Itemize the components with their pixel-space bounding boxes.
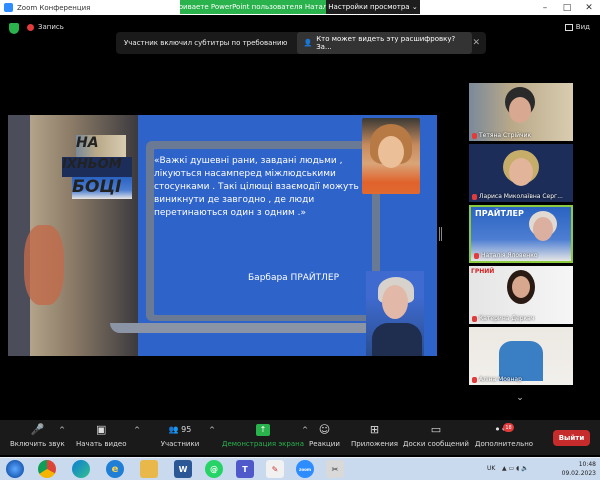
participant-banner-text: ГРНИЙ: [471, 268, 495, 275]
book-title-line-2: ІХНЬОМ: [62, 157, 132, 177]
participant-name: Лариса Миколаївна Серг...: [479, 193, 563, 200]
more-label: Дополнительно: [475, 440, 534, 448]
reactions-button[interactable]: ☺ Реакции: [309, 423, 340, 449]
transcript-visibility-label: Кто может видеть эту расшифровку? За...: [316, 35, 456, 51]
apps-label: Приложения: [351, 440, 398, 448]
start-video-button[interactable]: ▣ Начать видео: [76, 423, 127, 449]
participant-banner-text: ПРАЙТЛЕР: [475, 209, 524, 218]
mic-muted-icon: [472, 315, 477, 322]
whiteboard-icon: ▭: [430, 423, 442, 436]
view-button[interactable]: Вид: [564, 23, 590, 31]
participant-tile[interactable]: ГРНИЙ Катерина Деркач: [469, 266, 573, 324]
participants-icon: 👥: [168, 425, 179, 434]
leave-meeting-button[interactable]: Выйти: [553, 430, 590, 446]
transcript-visibility-button[interactable]: 👤 Кто может видеть эту расшифровку? За..…: [297, 32, 473, 54]
view-options-button[interactable]: Настройки просмотра ⌄: [326, 0, 420, 14]
clock-date: 09.02.2023: [561, 470, 596, 477]
windows-taskbar: e W @ T ✎ zoom ✂ UK ▲ ▭ ◖ 🔈 10:48 09.02.…: [0, 457, 600, 480]
window-title: Zoom Конференция: [17, 3, 91, 12]
captions-notification-text: Участник включил субтитры по требованию: [124, 39, 288, 47]
share-banner-message: Вы просматриваете PowerPoint пользовател…: [180, 0, 326, 14]
participant-tile[interactable]: Тетяна Стрійчик: [469, 83, 573, 141]
start-button[interactable]: [6, 460, 24, 478]
more-notification-badge: 18: [503, 423, 514, 432]
mic-muted-icon: [472, 132, 477, 139]
captions-notification: Участник включил субтитры по требованию …: [116, 32, 486, 54]
language-indicator[interactable]: UK: [487, 465, 495, 472]
participant-tile[interactable]: Лариса Миколаївна Серг...: [469, 144, 573, 202]
participant-tile-active-speaker[interactable]: ПРАЙТЛЕР Наталія Яловенко: [469, 205, 573, 263]
reactions-label: Реакции: [309, 440, 340, 448]
book-title-line-3: БОЦІ: [72, 177, 132, 199]
participant-tile[interactable]: Аліна Мовнар: [469, 327, 573, 385]
word-icon[interactable]: W: [174, 460, 192, 478]
minimize-button[interactable]: –: [534, 0, 556, 15]
file-explorer-icon[interactable]: [140, 460, 158, 478]
slide-quote: «Важкі душевні рани, завдані людьми , лі…: [154, 156, 359, 218]
chrome-icon[interactable]: [38, 460, 56, 478]
whiteboards-button[interactable]: ▭ Доски сообщений: [403, 423, 469, 449]
share-screen-icon: ↑: [256, 424, 270, 436]
apps-icon: ⊞: [369, 423, 380, 436]
clock-time: 10:48: [578, 461, 596, 468]
unmute-label: Включить звук: [10, 440, 65, 448]
snipping-tool-icon[interactable]: ✂: [326, 460, 344, 478]
view-options-label: Настройки просмотра: [328, 3, 410, 11]
zoom-window: Zoom Конференция Вы просматриваете Power…: [0, 0, 600, 480]
participant-name: Катерина Деркач: [479, 315, 535, 322]
view-label: Вид: [575, 23, 590, 31]
mic-muted-icon: 🎤: [30, 423, 45, 436]
panel-splitter-handle[interactable]: [439, 227, 442, 241]
audio-options-caret[interactable]: ^: [55, 424, 69, 440]
internet-explorer-icon[interactable]: e: [106, 460, 124, 478]
video-options-caret[interactable]: ^: [130, 424, 144, 440]
whiteboards-label: Доски сообщений: [403, 440, 469, 448]
book-cover-image: НА ІХНЬОМ БОЦІ: [8, 115, 138, 356]
share-screen-button[interactable]: ↑ Демонстрация экрана: [222, 424, 304, 448]
recording-label: Запись: [38, 23, 64, 31]
participant-name: Наталія Яловенко: [481, 252, 538, 259]
zoom-icon[interactable]: zoom: [296, 460, 314, 478]
teams-icon[interactable]: T: [236, 460, 254, 478]
mic-muted-icon: [472, 376, 477, 383]
people-icon: 👤: [303, 39, 313, 47]
grid-view-icon: [564, 23, 573, 31]
author-photo: [362, 118, 420, 194]
participants-options-caret[interactable]: ^: [205, 424, 219, 440]
meeting-toolbar: 🎤 Включить звук ^ ▣ Начать видео ^ 👥 95 …: [0, 420, 600, 455]
participant-name: Тетяна Стрійчик: [479, 132, 532, 139]
shield-icon[interactable]: [9, 23, 19, 34]
presenter-video-overlay: [366, 271, 424, 356]
close-button[interactable]: ✕: [578, 0, 600, 15]
smiley-icon: ☺: [318, 423, 331, 436]
share-banner: Вы просматриваете PowerPoint пользовател…: [180, 0, 420, 14]
video-off-icon: ▣: [96, 423, 107, 436]
mic-muted-icon: [472, 193, 477, 200]
window-controls: – □ ✕: [534, 0, 600, 15]
participant-video: [499, 341, 543, 381]
chevron-down-icon[interactable]: ⌄: [508, 391, 532, 405]
share-screen-label: Демонстрация экрана: [222, 440, 304, 448]
clock[interactable]: 10:48 09.02.2023: [562, 460, 596, 478]
participants-label: Участники: [160, 440, 200, 448]
slide-author: Барбара ПРАЙТЛЕР: [248, 273, 340, 283]
start-video-label: Начать видео: [76, 440, 127, 448]
chevron-down-icon: ⌄: [411, 3, 418, 11]
edge-icon[interactable]: [72, 460, 90, 478]
whatsapp-icon[interactable]: @: [205, 460, 223, 478]
paint-icon[interactable]: ✎: [266, 460, 284, 478]
close-icon[interactable]: ✕: [472, 38, 480, 48]
shared-screen: НА ІХНЬОМ БОЦІ «Важкі душевні рани, завд…: [8, 115, 437, 356]
recording-indicator[interactable]: Запись: [27, 23, 64, 31]
book-title-line-1: НА: [76, 135, 126, 157]
recording-dot-icon: [27, 23, 34, 31]
system-tray-icons[interactable]: ▲ ▭ ◖ 🔈: [502, 465, 529, 472]
apps-button[interactable]: ⊞ Приложения: [351, 423, 398, 449]
maximize-button[interactable]: □: [556, 0, 578, 15]
participant-name: Аліна Мовнар: [479, 376, 522, 383]
zoom-app-icon: [4, 3, 13, 12]
participants-count: 95: [181, 425, 192, 434]
mic-muted-icon: [474, 252, 479, 259]
participants-button[interactable]: 👥 95 Участники: [160, 424, 200, 448]
